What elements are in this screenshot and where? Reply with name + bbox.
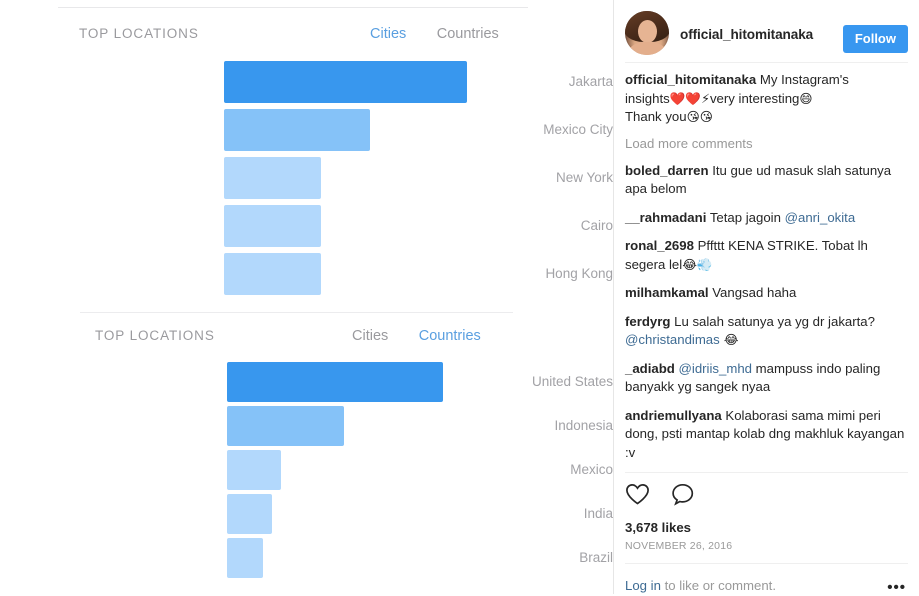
comment-emoji: 😂💨 <box>682 256 713 272</box>
comment-text: Tetap jagoin <box>709 209 785 225</box>
cities-card-tabs: Cities Countries <box>370 25 499 43</box>
tab-countries[interactable]: Countries <box>419 328 481 344</box>
comment-username[interactable]: andriemullyana <box>625 408 722 423</box>
comment-username[interactable]: milhamkamal <box>625 285 709 300</box>
bar <box>224 253 321 295</box>
top-locations-cities-card: TOP LOCATIONS Cities Countries Jakarta M… <box>0 14 613 298</box>
bar-label: Indonesia <box>554 418 613 433</box>
countries-card-tabs: Cities Countries <box>352 327 481 345</box>
bar-row: Indonesia <box>0 404 613 448</box>
footer-text: to like or comment. <box>660 578 776 593</box>
countries-bar-chart: United States Indonesia Mexico India Bra… <box>0 360 613 580</box>
bar-row: Mexico <box>0 448 613 492</box>
caption-username[interactable]: official_hitomitanaka <box>625 72 756 87</box>
bar <box>224 205 321 247</box>
bar <box>227 538 263 578</box>
bar <box>227 406 344 446</box>
caption-emoji-kiss: 😘😘 <box>686 109 713 124</box>
comment-item: andriemullyana Kolaborasi sama mimi peri… <box>625 407 908 463</box>
bar <box>224 61 467 103</box>
top-divider <box>58 7 528 8</box>
bar-row: Cairo <box>0 202 613 250</box>
comment-username[interactable]: ferdyrg <box>625 314 670 329</box>
caption-line2-pre: insights <box>625 90 670 106</box>
avatar-shoulder <box>629 42 666 55</box>
avatar-face <box>638 20 657 43</box>
comment-text: Lu salah satunya ya yg dr jakarta? <box>674 313 875 329</box>
countries-card-header: TOP LOCATIONS Cities Countries <box>0 316 613 360</box>
instagram-header: official_hitomitanaka Follow <box>614 0 919 62</box>
comment-username[interactable]: __rahmadani <box>625 210 706 225</box>
comment-item: __rahmadani Tetap jagoin @anri_okita <box>625 209 908 228</box>
bar <box>227 450 281 490</box>
caption-line3: Thank you <box>625 109 687 124</box>
tab-cities[interactable]: Cities <box>352 328 388 344</box>
post-caption: official_hitomitanaka My Instagram's ins… <box>625 71 908 127</box>
tab-countries[interactable]: Countries <box>437 26 499 42</box>
comment-text: Vangsad haha <box>712 285 797 300</box>
heart-icon[interactable] <box>625 483 650 511</box>
caption-emoji-grin: 😄 <box>799 90 813 106</box>
post-actions <box>614 473 919 511</box>
instagram-comments-list: official_hitomitanaka My Instagram's ins… <box>614 63 919 462</box>
bar-row: Mexico City <box>0 106 613 154</box>
follow-button[interactable]: Follow <box>842 25 908 53</box>
bar <box>224 109 370 151</box>
avatar[interactable] <box>625 11 669 55</box>
bar-row: Jakarta <box>0 58 613 106</box>
bar-label: Brazil <box>579 550 613 565</box>
cities-card-title: TOP LOCATIONS <box>79 26 199 41</box>
bar-label: India <box>583 506 613 521</box>
profile-username[interactable]: official_hitomitanaka <box>680 27 813 42</box>
comment-mention[interactable]: @christandimas <box>625 332 720 347</box>
comment-item: ronal_2698 Pffttt KENA STRIKE. Tobat lh … <box>625 237 908 274</box>
cities-bar-chart: Jakarta Mexico City New York Cairo Hong … <box>0 58 613 298</box>
bar <box>227 494 272 534</box>
bar <box>224 157 321 199</box>
bar <box>227 362 443 402</box>
comment-username[interactable]: boled_darren <box>625 163 709 178</box>
bar-row: India <box>0 492 613 536</box>
comment-mention[interactable]: @anri_okita <box>785 210 856 225</box>
comment-username[interactable]: _adiabd <box>625 361 675 376</box>
comment-emoji: 😂 <box>719 332 739 347</box>
caption-line1: My Instagram's <box>759 72 849 87</box>
bar-row: Hong Kong <box>0 250 613 298</box>
comment-item: ferdyrg Lu salah satunya ya yg dr jakart… <box>625 313 908 350</box>
tab-cities[interactable]: Cities <box>370 26 406 42</box>
bar-label: Cairo <box>580 218 613 233</box>
comment-bubble-icon[interactable] <box>671 483 695 511</box>
caption-emoji-hearts-bolt: ❤️❤️⚡ <box>669 90 710 106</box>
comment-username[interactable]: ronal_2698 <box>625 238 694 253</box>
log-in-link[interactable]: Log in <box>625 578 661 593</box>
comment-mention[interactable]: @idriis_mhd <box>679 361 752 376</box>
bar-row: Brazil <box>0 536 613 580</box>
countries-card-title: TOP LOCATIONS <box>95 328 215 343</box>
more-options-icon[interactable]: ••• <box>887 579 906 596</box>
instagram-footer: Log in to like or comment. ••• <box>614 564 919 596</box>
bar-row: New York <box>0 154 613 202</box>
top-locations-countries-card: TOP LOCATIONS Cities Countries United St… <box>0 316 613 580</box>
bar-row: United States <box>0 360 613 404</box>
bar-label: Hong Kong <box>545 266 613 281</box>
screenshot-root: TOP LOCATIONS Cities Countries Jakarta M… <box>0 0 919 596</box>
load-more-comments-link[interactable]: Load more comments <box>625 136 908 151</box>
instagram-embed-panel: official_hitomitanaka Follow official_hi… <box>613 0 919 596</box>
comment-item: _adiabd @idriis_mhd mampuss indo paling … <box>625 360 908 397</box>
comment-item: milhamkamal Vangsad haha <box>625 284 908 303</box>
section-divider <box>80 312 513 313</box>
bar-label: Mexico <box>570 462 613 477</box>
bar-label: New York <box>555 170 613 185</box>
insights-panel: TOP LOCATIONS Cities Countries Jakarta M… <box>0 0 613 594</box>
cities-card-header: TOP LOCATIONS Cities Countries <box>0 14 613 58</box>
likes-count: 3,678 likes <box>625 520 691 535</box>
comment-item: boled_darren Itu gue ud masuk slah satun… <box>625 162 908 199</box>
post-date: NOVEMBER 26, 2016 <box>625 540 733 552</box>
caption-line2-post: very interesting <box>709 90 800 106</box>
bar-label: Mexico City <box>543 122 613 137</box>
